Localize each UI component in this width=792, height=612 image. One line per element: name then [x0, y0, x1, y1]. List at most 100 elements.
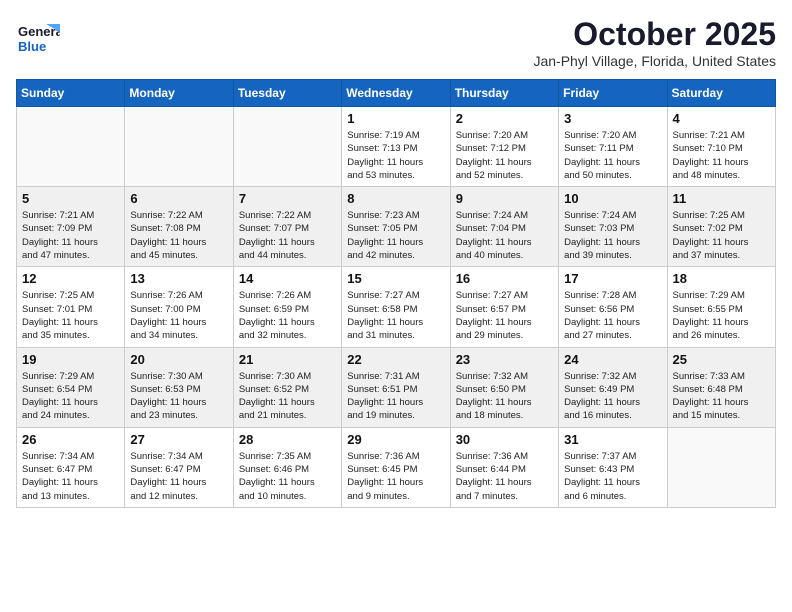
calendar-day-cell: 21 Sunrise: 7:30 AM Sunset: 6:52 PM Dayli… [233, 347, 341, 427]
calendar-day-cell: 1 Sunrise: 7:19 AM Sunset: 7:13 PM Daylig… [342, 107, 450, 187]
day-number: 8 [347, 191, 444, 206]
day-number: 27 [130, 432, 227, 447]
day-info: Sunrise: 7:20 AM Sunset: 7:11 PM Dayligh… [564, 129, 661, 182]
calendar-day-cell: 29 Sunrise: 7:36 AM Sunset: 6:45 PM Dayli… [342, 427, 450, 507]
day-number: 16 [456, 271, 553, 286]
calendar-day-cell [233, 107, 341, 187]
calendar-day-cell: 24 Sunrise: 7:32 AM Sunset: 6:49 PM Dayli… [559, 347, 667, 427]
calendar-day-cell: 19 Sunrise: 7:29 AM Sunset: 6:54 PM Dayli… [17, 347, 125, 427]
day-info: Sunrise: 7:30 AM Sunset: 6:53 PM Dayligh… [130, 370, 227, 423]
calendar-week-row: 19 Sunrise: 7:29 AM Sunset: 6:54 PM Dayli… [17, 347, 776, 427]
calendar-day-cell: 16 Sunrise: 7:27 AM Sunset: 6:57 PM Dayli… [450, 267, 558, 347]
calendar-day-cell: 6 Sunrise: 7:22 AM Sunset: 7:08 PM Daylig… [125, 187, 233, 267]
svg-text:Blue: Blue [18, 39, 46, 54]
day-number: 9 [456, 191, 553, 206]
day-info: Sunrise: 7:29 AM Sunset: 6:54 PM Dayligh… [22, 370, 119, 423]
calendar-day-cell: 8Sunrise: 7:23 AM Sunset: 7:05 PM Daylig… [342, 187, 450, 267]
weekday-header-wednesday: Wednesday [342, 80, 450, 107]
day-info: Sunrise: 7:26 AM Sunset: 6:59 PM Dayligh… [239, 289, 336, 342]
day-info: Sunrise: 7:19 AM Sunset: 7:13 PM Dayligh… [347, 129, 444, 182]
calendar-day-cell: 10Sunrise: 7:24 AM Sunset: 7:03 PM Dayli… [559, 187, 667, 267]
calendar-day-cell [125, 107, 233, 187]
day-number: 7 [239, 191, 336, 206]
day-number: 25 [673, 352, 770, 367]
month-title: October 2025 [533, 16, 776, 53]
day-number: 21 [239, 352, 336, 367]
weekday-header-thursday: Thursday [450, 80, 558, 107]
day-number: 12 [22, 271, 119, 286]
day-number: 31 [564, 432, 661, 447]
calendar-day-cell: 9 Sunrise: 7:24 AM Sunset: 7:04 PM Daylig… [450, 187, 558, 267]
calendar-day-cell: 17 Sunrise: 7:28 AM Sunset: 6:56 PM Dayli… [559, 267, 667, 347]
page-header: General Blue October 2025 Jan-Phyl Villa… [16, 16, 776, 69]
day-number: 29 [347, 432, 444, 447]
day-number: 5 [22, 191, 119, 206]
day-info: Sunrise: 7:32 AM Sunset: 6:50 PM Dayligh… [456, 370, 553, 423]
day-number: 30 [456, 432, 553, 447]
calendar-day-cell: 25Sunrise: 7:33 AM Sunset: 6:48 PM Dayli… [667, 347, 775, 427]
day-info: Sunrise: 7:34 AM Sunset: 6:47 PM Dayligh… [22, 450, 119, 503]
day-number: 6 [130, 191, 227, 206]
day-number: 2 [456, 111, 553, 126]
calendar-week-row: 26 Sunrise: 7:34 AM Sunset: 6:47 PM Dayli… [17, 427, 776, 507]
calendar-day-cell: 3Sunrise: 7:20 AM Sunset: 7:11 PM Daylig… [559, 107, 667, 187]
day-info: Sunrise: 7:37 AM Sunset: 6:43 PM Dayligh… [564, 450, 661, 503]
calendar-day-cell: 23 Sunrise: 7:32 AM Sunset: 6:50 PM Dayli… [450, 347, 558, 427]
day-number: 11 [673, 191, 770, 206]
day-info: Sunrise: 7:35 AM Sunset: 6:46 PM Dayligh… [239, 450, 336, 503]
day-info: Sunrise: 7:32 AM Sunset: 6:49 PM Dayligh… [564, 370, 661, 423]
weekday-header-friday: Friday [559, 80, 667, 107]
calendar-day-cell: 7 Sunrise: 7:22 AM Sunset: 7:07 PM Daylig… [233, 187, 341, 267]
calendar-day-cell [667, 427, 775, 507]
day-info: Sunrise: 7:24 AM Sunset: 7:04 PM Dayligh… [456, 209, 553, 262]
day-number: 28 [239, 432, 336, 447]
calendar-day-cell: 11 Sunrise: 7:25 AM Sunset: 7:02 PM Dayli… [667, 187, 775, 267]
day-info: Sunrise: 7:25 AM Sunset: 7:01 PM Dayligh… [22, 289, 119, 342]
calendar-table: SundayMondayTuesdayWednesdayThursdayFrid… [16, 79, 776, 508]
day-info: Sunrise: 7:22 AM Sunset: 7:07 PM Dayligh… [239, 209, 336, 262]
day-info: Sunrise: 7:36 AM Sunset: 6:44 PM Dayligh… [456, 450, 553, 503]
day-info: Sunrise: 7:31 AM Sunset: 6:51 PM Dayligh… [347, 370, 444, 423]
day-info: Sunrise: 7:30 AM Sunset: 6:52 PM Dayligh… [239, 370, 336, 423]
day-info: Sunrise: 7:27 AM Sunset: 6:57 PM Dayligh… [456, 289, 553, 342]
weekday-header-row: SundayMondayTuesdayWednesdayThursdayFrid… [17, 80, 776, 107]
weekday-header-sunday: Sunday [17, 80, 125, 107]
day-number: 18 [673, 271, 770, 286]
day-info: Sunrise: 7:22 AM Sunset: 7:08 PM Dayligh… [130, 209, 227, 262]
logo: General Blue [16, 16, 60, 60]
day-info: Sunrise: 7:25 AM Sunset: 7:02 PM Dayligh… [673, 209, 770, 262]
calendar-day-cell: 18Sunrise: 7:29 AM Sunset: 6:55 PM Dayli… [667, 267, 775, 347]
day-number: 17 [564, 271, 661, 286]
logo-icon: General Blue [16, 16, 60, 60]
day-info: Sunrise: 7:28 AM Sunset: 6:56 PM Dayligh… [564, 289, 661, 342]
calendar-day-cell: 31 Sunrise: 7:37 AM Sunset: 6:43 PM Dayli… [559, 427, 667, 507]
day-number: 1 [347, 111, 444, 126]
day-info: Sunrise: 7:21 AM Sunset: 7:10 PM Dayligh… [673, 129, 770, 182]
day-info: Sunrise: 7:24 AM Sunset: 7:03 PM Dayligh… [564, 209, 661, 262]
day-number: 20 [130, 352, 227, 367]
weekday-header-monday: Monday [125, 80, 233, 107]
location-title: Jan-Phyl Village, Florida, United States [533, 53, 776, 69]
calendar-day-cell [17, 107, 125, 187]
calendar-week-row: 12 Sunrise: 7:25 AM Sunset: 7:01 PM Dayli… [17, 267, 776, 347]
calendar-day-cell: 28 Sunrise: 7:35 AM Sunset: 6:46 PM Dayli… [233, 427, 341, 507]
day-number: 19 [22, 352, 119, 367]
day-info: Sunrise: 7:27 AM Sunset: 6:58 PM Dayligh… [347, 289, 444, 342]
calendar-day-cell: 13Sunrise: 7:26 AM Sunset: 7:00 PM Dayli… [125, 267, 233, 347]
day-number: 13 [130, 271, 227, 286]
day-number: 15 [347, 271, 444, 286]
day-number: 24 [564, 352, 661, 367]
calendar-week-row: 1 Sunrise: 7:19 AM Sunset: 7:13 PM Daylig… [17, 107, 776, 187]
weekday-header-tuesday: Tuesday [233, 80, 341, 107]
day-number: 22 [347, 352, 444, 367]
day-number: 26 [22, 432, 119, 447]
calendar-day-cell: 2 Sunrise: 7:20 AM Sunset: 7:12 PM Daylig… [450, 107, 558, 187]
calendar-day-cell: 27Sunrise: 7:34 AM Sunset: 6:47 PM Dayli… [125, 427, 233, 507]
calendar-day-cell: 22 Sunrise: 7:31 AM Sunset: 6:51 PM Dayli… [342, 347, 450, 427]
weekday-header-saturday: Saturday [667, 80, 775, 107]
day-info: Sunrise: 7:20 AM Sunset: 7:12 PM Dayligh… [456, 129, 553, 182]
day-info: Sunrise: 7:36 AM Sunset: 6:45 PM Dayligh… [347, 450, 444, 503]
calendar-day-cell: 15 Sunrise: 7:27 AM Sunset: 6:58 PM Dayli… [342, 267, 450, 347]
calendar-day-cell: 12 Sunrise: 7:25 AM Sunset: 7:01 PM Dayli… [17, 267, 125, 347]
day-number: 23 [456, 352, 553, 367]
